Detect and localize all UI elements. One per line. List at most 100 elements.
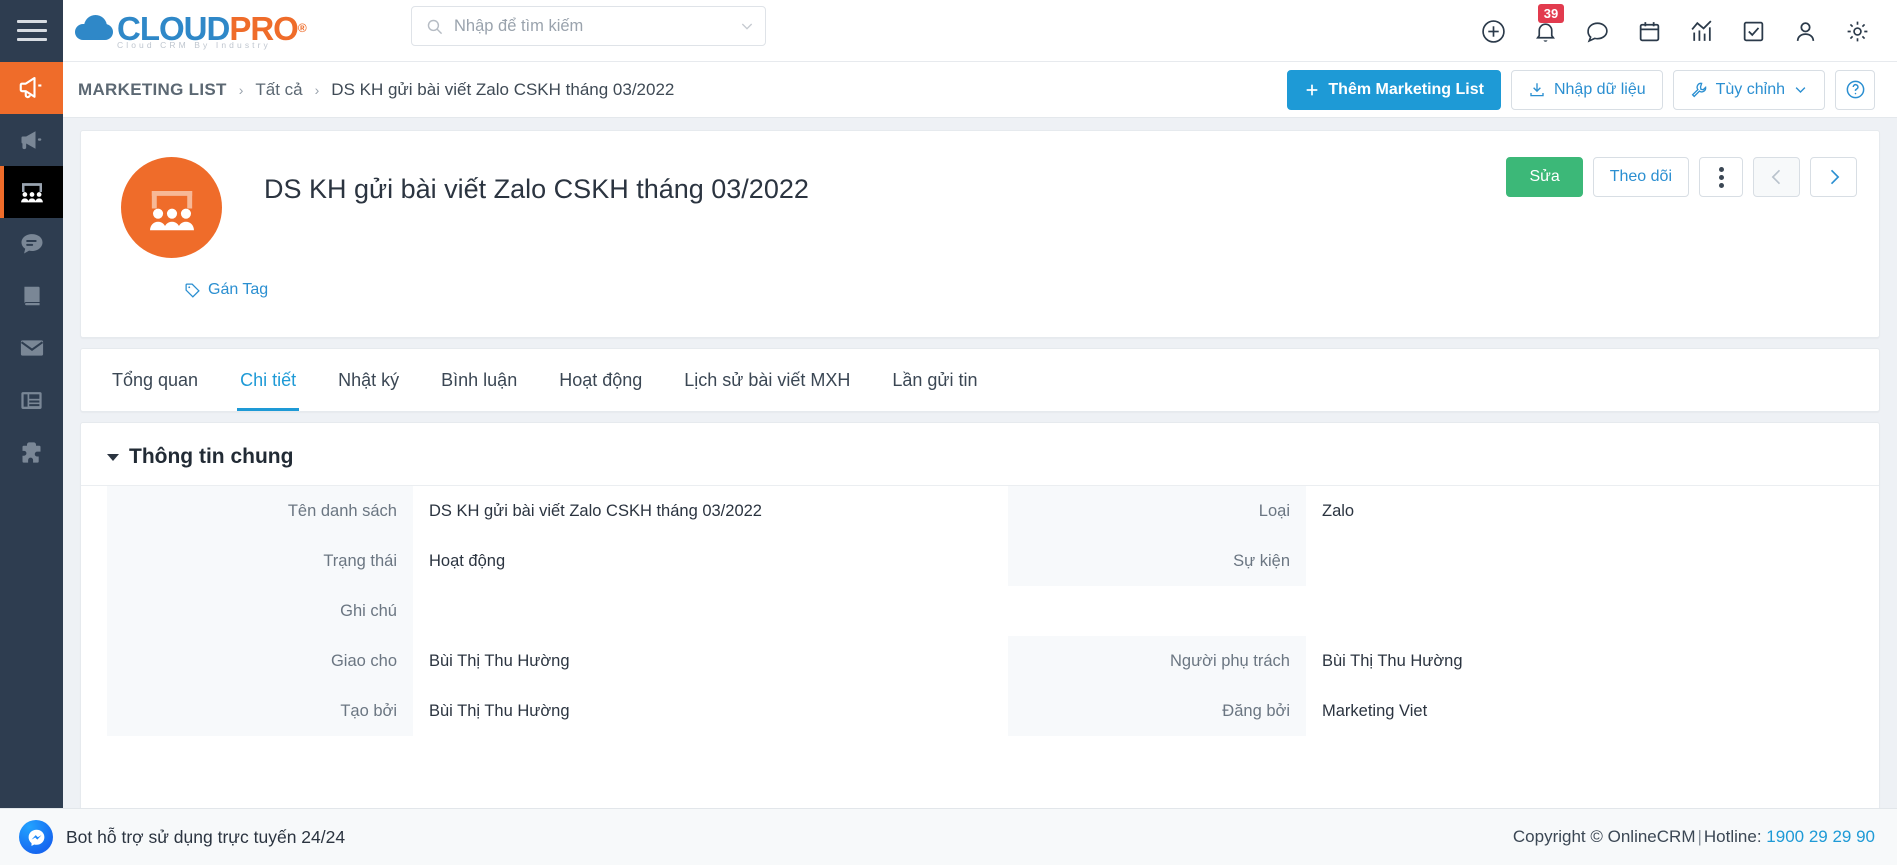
hotline-number[interactable]: 1900 29 29 90 — [1766, 827, 1875, 846]
sidebar-item-integration[interactable] — [0, 426, 63, 478]
assign-tag-link[interactable]: Gán Tag — [184, 281, 268, 299]
sidebar-item-email[interactable] — [0, 322, 63, 374]
add-marketing-list-label: Thêm Marketing List — [1328, 80, 1484, 98]
footer-bar: Bot hỗ trợ sử dụng trực tuyến 24/24 Copy… — [0, 808, 1897, 865]
analytics-icon[interactable] — [1675, 0, 1727, 62]
bell-icon[interactable]: 39 — [1519, 0, 1571, 62]
copyright-divider: | — [1697, 827, 1702, 846]
tab-binh-luan[interactable]: Bình luận — [420, 349, 538, 411]
field-label: Đăng bởi — [1008, 686, 1306, 736]
tab-label: Chi tiết — [240, 369, 297, 390]
field-label: Người phụ trách — [1008, 636, 1306, 686]
follow-label: Theo dõi — [1609, 168, 1672, 185]
catalog-book-icon — [23, 286, 40, 306]
tab-lan-gui-tin[interactable]: Lần gửi tin — [871, 349, 998, 411]
field-value — [1306, 586, 1853, 636]
field-row-giao-cho: Giao cho Bùi Thị Thu Hường — [107, 636, 980, 686]
logo-registered-mark: ® — [297, 21, 307, 35]
field-value: DS KH gửi bài viết Zalo CSKH tháng 03/20… — [429, 501, 762, 520]
breadcrumb-bar: MARKETING LIST › Tất cả › DS KH gửi bài … — [63, 62, 1897, 118]
field-row-ten-danh-sach: Tên danh sách DS KH gửi bài viết Zalo CS… — [107, 486, 980, 536]
field-row-tao-boi: Tạo bởi Bùi Thị Thu Hường — [107, 686, 980, 736]
support-chat-label: Bot hỗ trợ sử dụng trực tuyến 24/24 — [66, 826, 346, 847]
field-label: Tên danh sách — [107, 486, 413, 536]
tab-label: Nhật ký — [338, 369, 400, 390]
tab-tong-quan[interactable]: Tổng quan — [91, 349, 219, 411]
field-value: Bùi Thị Thu Hường — [1322, 651, 1463, 670]
email-envelope-icon — [20, 340, 43, 356]
chat-bubble-icon[interactable] — [1571, 0, 1623, 62]
import-data-button[interactable]: Nhập dữ liệu — [1510, 69, 1663, 110]
user-icon[interactable] — [1779, 0, 1831, 62]
tab-chi-tiet[interactable]: Chi tiết — [219, 349, 317, 411]
add-circle-icon[interactable] — [1467, 0, 1519, 62]
tab-label: Bình luận — [441, 369, 518, 390]
tab-label: Tổng quan — [112, 369, 199, 390]
sidebar-item-marketing[interactable] — [0, 114, 63, 166]
section-title: Thông tin chung — [129, 445, 294, 468]
question-circle-icon — [1846, 80, 1864, 99]
global-search[interactable] — [411, 6, 766, 46]
field-value: Hoạt động — [429, 551, 506, 570]
hotline-label: Hotline: — [1703, 827, 1762, 846]
plus-icon — [1307, 84, 1318, 95]
task-check-icon[interactable] — [1727, 0, 1779, 62]
support-chat-launcher[interactable]: Bot hỗ trợ sử dụng trực tuyến 24/24 — [19, 820, 345, 854]
chevron-down-icon — [1795, 87, 1806, 93]
copyright-prefix: Copyright © OnlineCRM — [1512, 827, 1696, 846]
caret-down-icon[interactable] — [107, 453, 119, 461]
record-header-card: DS KH gửi bài viết Zalo CSKH tháng 03/20… — [80, 130, 1880, 338]
tab-nhat-ky[interactable]: Nhật ký — [317, 349, 420, 411]
field-label — [1008, 586, 1306, 636]
copyright-text: Copyright © OnlineCRM | Hotline: 1900 29 2… — [1513, 827, 1875, 847]
campaign-megaphone-icon — [19, 76, 41, 99]
wrench-icon — [1691, 82, 1706, 97]
detail-panel: Thông tin chung Tên danh sách DS KH gửi … — [80, 422, 1880, 830]
sidebar-item-catalog[interactable] — [0, 270, 63, 322]
field-row-ghi-chu: Ghi chú — [107, 586, 980, 636]
hamburger-icon — [16, 20, 47, 41]
import-data-label: Nhập dữ liệu — [1553, 80, 1646, 98]
tag-icon — [185, 282, 200, 298]
more-actions-button[interactable] — [1699, 157, 1743, 197]
breadcrumb-root[interactable]: MARKETING LIST — [78, 80, 227, 100]
calendar-icon[interactable] — [1623, 0, 1675, 62]
next-record-button[interactable] — [1810, 157, 1857, 197]
top-bar-icon-group: 39 — [1467, 0, 1883, 62]
sidebar-item-marketing-list[interactable] — [0, 166, 63, 218]
cloudpro-logo[interactable]: CLOUD PRO ® Cloud CRM By Industry — [75, 12, 307, 50]
field-value — [1306, 536, 1853, 586]
logo-tagline: Cloud CRM By Industry — [117, 39, 271, 50]
detail-field-grid: Tên danh sách DS KH gửi bài viết Zalo CS… — [81, 486, 1879, 736]
chevron-down-icon[interactable] — [739, 18, 755, 34]
tab-lich-su-bai-viet-mxh[interactable]: Lịch sử bài viết MXH — [663, 349, 871, 411]
field-row-trang-thai: Trạng thái Hoạt động — [107, 536, 980, 586]
search-input[interactable] — [454, 16, 739, 36]
previous-record-button[interactable] — [1753, 157, 1800, 197]
hamburger-menu-button[interactable] — [0, 0, 63, 62]
marketing-megaphone-icon — [21, 131, 41, 150]
audience-group-icon — [149, 190, 194, 230]
add-marketing-list-button[interactable]: Thêm Marketing List — [1287, 69, 1501, 110]
record-tabs: Tổng quan Chi tiết Nhật ký Bình luận Hoạ… — [80, 348, 1880, 412]
landing-page-form-icon — [21, 391, 42, 409]
sidebar-item-sms[interactable] — [0, 218, 63, 270]
tab-hoat-dong[interactable]: Hoạt động — [538, 349, 663, 411]
follow-button[interactable]: Theo dõi — [1592, 157, 1689, 197]
gear-icon[interactable] — [1831, 0, 1883, 62]
help-button[interactable] — [1835, 69, 1875, 110]
sidebar-item-campaign[interactable] — [0, 62, 63, 114]
field-row-dang-boi: Đăng bởi Marketing Viet — [1008, 686, 1853, 736]
field-value: Bùi Thị Thu Hường — [429, 651, 570, 670]
section-header-thong-tin-chung[interactable]: Thông tin chung — [81, 445, 1879, 486]
breadcrumb-separator-1: › — [238, 81, 244, 98]
breadcrumb-item-all[interactable]: Tất cả — [255, 80, 302, 100]
customize-button[interactable]: Tùy chỉnh — [1672, 69, 1825, 110]
main-content: DS KH gửi bài viết Zalo CSKH tháng 03/20… — [63, 118, 1897, 830]
breadcrumb: MARKETING LIST › Tất cả › DS KH gửi bài … — [78, 80, 674, 100]
edit-button[interactable]: Sửa — [1506, 157, 1583, 197]
tab-label: Lần gửi tin — [892, 369, 978, 390]
sidebar-item-landing-page[interactable] — [0, 374, 63, 426]
field-row-loai: Loại Zalo — [1008, 486, 1853, 536]
field-label: Loại — [1008, 486, 1306, 536]
